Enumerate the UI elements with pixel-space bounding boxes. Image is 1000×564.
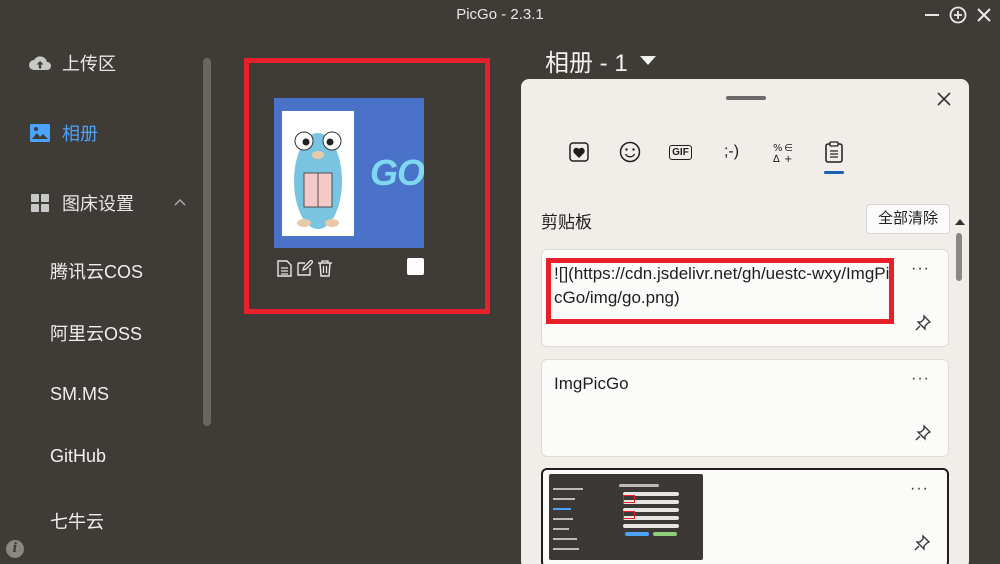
tab-smiley-icon[interactable] (604, 137, 655, 167)
tab-kaomoji-icon[interactable]: ;-) (706, 137, 757, 167)
tab-clipboard-icon[interactable] (808, 137, 859, 174)
album-title[interactable]: 相册 - 1 (545, 43, 656, 78)
svg-text:+: + (784, 154, 792, 163)
tab-symbols-icon[interactable]: % ∈ ∆ + (757, 137, 808, 167)
chevron-up-icon[interactable] (172, 194, 188, 210)
minimize-icon[interactable] (922, 5, 942, 25)
tab-gif-icon[interactable]: GIF (655, 137, 706, 167)
sidebar-subitem-smms[interactable]: SM.MS (50, 384, 109, 405)
image-actions (276, 259, 333, 277)
more-options-icon[interactable]: ··· (911, 260, 930, 278)
album-title-text: 相册 - 1 (545, 50, 628, 77)
gopher-image (282, 111, 354, 236)
clear-all-button[interactable]: 全部清除 (866, 204, 950, 234)
clipboard-panel: GIF ;-) % ∈ ∆ + 剪贴板 全部清除 ![](https://cdn.js… (521, 79, 969, 564)
panel-tabs: GIF ;-) % ∈ ∆ + (553, 137, 859, 174)
sidebar-item-picbed-settings[interactable]: 图床设置 (28, 188, 134, 218)
drag-handle[interactable] (726, 96, 766, 100)
title-bar: PicGo - 2.3.1 (0, 0, 1000, 30)
scroll-thumb[interactable] (956, 233, 962, 281)
go-logo-text: GO (370, 152, 424, 193)
image-thumbnail[interactable]: GO (274, 98, 424, 248)
tab-heart-icon[interactable] (553, 137, 604, 167)
text-highlight-box (546, 258, 894, 324)
clipboard-item[interactable]: ImgPicGo ··· (541, 359, 949, 457)
clipboard-section-title: 剪贴板 (541, 213, 592, 232)
edit-icon[interactable] (296, 259, 313, 277)
pin-icon[interactable] (914, 314, 932, 332)
svg-text:∈: ∈ (784, 143, 793, 154)
window-title: PicGo - 2.3.1 (456, 6, 544, 23)
clipboard-item-image[interactable]: ··· (541, 468, 949, 564)
sidebar-subitem-tencent-cos[interactable]: 腾讯云COS (50, 258, 143, 284)
clipboard-item-text: ImgPicGo (554, 374, 629, 393)
image-icon (28, 121, 52, 145)
sidebar-subitem-qiniu[interactable]: 七牛云 (50, 508, 104, 534)
clipboard-item[interactable]: ![](https://cdn.jsdelivr.net/gh/uestc-wx… (541, 249, 949, 347)
sidebar-item-label: 上传区 (62, 54, 116, 74)
more-options-icon[interactable]: ··· (910, 480, 929, 498)
screenshot-thumbnail (549, 474, 703, 560)
maximize-icon[interactable] (948, 5, 968, 25)
cloud-upload-icon (28, 51, 52, 75)
sidebar-item-upload[interactable]: 上传区 (28, 48, 116, 78)
sidebar-item-label: 图床设置 (62, 194, 134, 214)
pin-icon[interactable] (913, 534, 931, 552)
scroll-up-icon[interactable] (955, 219, 965, 225)
sidebar-item-label: 相册 (62, 124, 98, 144)
svg-text:∆: ∆ (772, 154, 780, 163)
copy-link-icon[interactable] (276, 259, 293, 277)
more-options-icon[interactable]: ··· (911, 370, 930, 388)
sidebar-subitem-github[interactable]: GitHub (50, 446, 106, 467)
delete-icon[interactable] (316, 259, 333, 277)
pin-icon[interactable] (914, 424, 932, 442)
sidebar-scrollbar[interactable] (203, 58, 211, 426)
panel-scrollbar[interactable] (955, 219, 965, 281)
sidebar-subitem-aliyun-oss[interactable]: 阿里云OSS (50, 320, 142, 346)
close-panel-icon[interactable] (934, 89, 954, 109)
sidebar-item-album[interactable]: 相册 (28, 118, 98, 148)
close-icon[interactable] (974, 5, 994, 25)
info-icon[interactable]: i (6, 540, 24, 558)
dropdown-caret-icon (639, 56, 656, 65)
svg-text:%: % (773, 143, 783, 154)
grid-icon (28, 191, 52, 215)
select-checkbox[interactable] (407, 258, 424, 275)
sidebar: 上传区 相册 图床设置 腾讯云COS 阿里云OSS SM.MS GitHub 七… (0, 30, 215, 564)
